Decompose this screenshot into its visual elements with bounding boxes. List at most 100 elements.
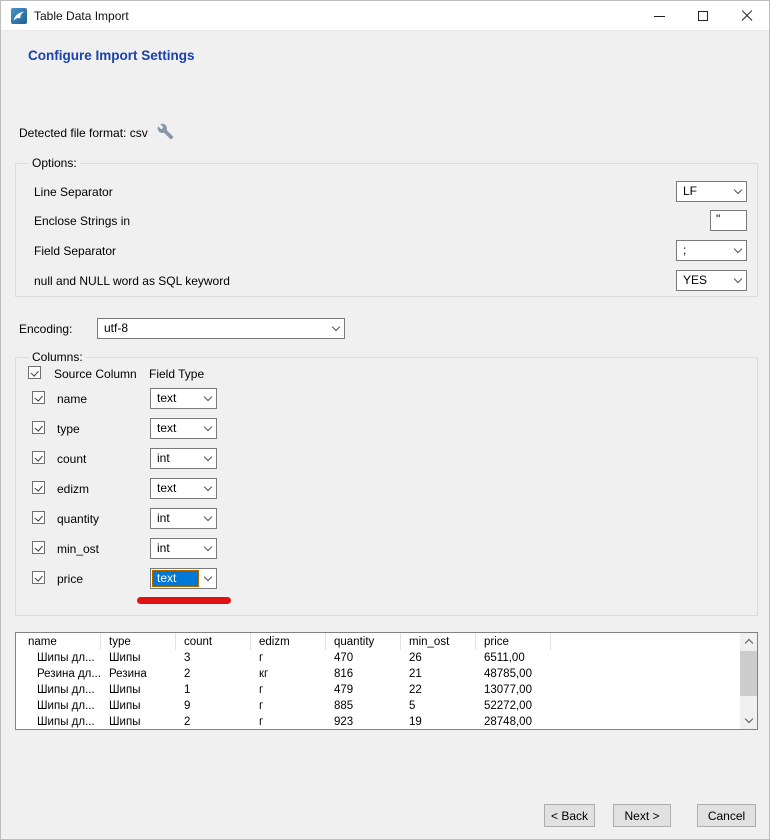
chevron-down-icon	[729, 241, 746, 260]
cell: 816	[326, 666, 401, 682]
minimize-button[interactable]	[637, 1, 681, 31]
field-type-value: text	[152, 480, 199, 497]
field-type-select-edizm[interactable]: text	[150, 478, 217, 499]
preview-table: name type count edizm quantity min_ost p…	[15, 632, 758, 730]
column-checkbox-edizm[interactable]	[32, 481, 45, 494]
encoding-value: utf-8	[99, 320, 327, 337]
column-name-label: quantity	[57, 512, 99, 526]
chevron-down-icon	[199, 539, 216, 558]
line-separator-select[interactable]: LF	[676, 181, 747, 202]
line-separator-value: LF	[678, 183, 729, 200]
cell: г	[251, 698, 326, 714]
cell: Шипы	[101, 714, 176, 729]
cell: Шипы	[101, 698, 176, 714]
chevron-down-icon	[729, 182, 746, 201]
field-type-select-min-ost[interactable]: int	[150, 538, 217, 559]
cell: 5	[401, 698, 476, 714]
chevron-down-icon	[199, 389, 216, 408]
cell: Шипы дл...	[16, 682, 101, 698]
chevron-down-icon	[729, 271, 746, 290]
field-type-select-name[interactable]: text	[150, 388, 217, 409]
cell: 3	[176, 650, 251, 666]
column-header: min_ost	[401, 633, 476, 650]
close-button[interactable]	[725, 1, 769, 31]
field-type-select-type[interactable]: text	[150, 418, 217, 439]
select-all-columns-checkbox[interactable]	[28, 366, 41, 379]
field-type-select-quantity[interactable]: int	[150, 508, 217, 529]
column-name-label: count	[57, 452, 86, 466]
back-button-label: < Back	[551, 809, 588, 823]
null-keyword-label: null and NULL word as SQL keyword	[34, 274, 230, 288]
chevron-down-icon	[744, 715, 752, 723]
columns-group-label: Columns:	[29, 350, 86, 364]
chevron-down-icon	[327, 319, 344, 338]
chevron-down-icon	[199, 509, 216, 528]
page-title: Configure Import Settings	[28, 48, 195, 63]
cell: 22	[401, 682, 476, 698]
column-name-label: type	[57, 422, 80, 436]
field-type-value: int	[152, 540, 199, 557]
back-button[interactable]: < Back	[544, 804, 595, 827]
cell: кг	[251, 666, 326, 682]
source-column-header: Source Column	[54, 367, 137, 381]
cell: Шипы дл...	[16, 650, 101, 666]
maximize-icon	[698, 11, 708, 21]
table-row: Шипы дл... Шипы 9 г 885 5 52272,00	[16, 698, 740, 714]
scroll-down-button[interactable]	[740, 712, 757, 729]
field-type-select-count[interactable]: int	[150, 448, 217, 469]
enclose-strings-value: "	[716, 212, 720, 226]
scroll-up-button[interactable]	[740, 633, 757, 650]
close-icon	[741, 10, 753, 22]
cell: 479	[326, 682, 401, 698]
table-row: Шипы дл... Шипы 3 г 470 26 6511,00	[16, 650, 740, 666]
options-group: Options: Line Separator Enclose Strings …	[15, 163, 758, 297]
cell: Резина	[101, 666, 176, 682]
field-type-value-selected: text	[152, 570, 199, 587]
chevron-up-icon	[744, 639, 752, 647]
null-keyword-select[interactable]: YES	[676, 270, 747, 291]
cell: 28748,00	[476, 714, 551, 729]
cell: 52272,00	[476, 698, 551, 714]
columns-group: Columns: Source Column Field Type name t…	[15, 357, 758, 616]
cell: 48785,00	[476, 666, 551, 682]
maximize-button[interactable]	[681, 1, 725, 31]
encoding-select[interactable]: utf-8	[97, 318, 345, 339]
field-separator-value: ;	[678, 242, 729, 259]
cancel-button-label: Cancel	[708, 809, 745, 823]
cell: 9	[176, 698, 251, 714]
enclose-strings-input[interactable]: "	[710, 210, 747, 231]
cancel-button[interactable]: Cancel	[697, 804, 756, 827]
vertical-scrollbar[interactable]	[740, 633, 757, 729]
table-data-import-dialog: Table Data Import Configure Import Setti…	[0, 0, 770, 840]
cell: 13077,00	[476, 682, 551, 698]
cell: Шипы	[101, 682, 176, 698]
table-row: Шипы дл... Шипы 1 г 479 22 13077,00	[16, 682, 740, 698]
table-row: Резина дл... Резина 2 кг 816 21 48785,00	[16, 666, 740, 682]
cell: 2	[176, 714, 251, 729]
column-header: name	[16, 633, 101, 650]
field-separator-select[interactable]: ;	[676, 240, 747, 261]
field-type-select-price[interactable]: text	[150, 568, 217, 589]
column-checkbox-name[interactable]	[32, 391, 45, 404]
table-row: Шипы дл... Шипы 2 г 923 19 28748,00	[16, 714, 740, 729]
cell: Шипы дл...	[16, 714, 101, 729]
column-checkbox-price[interactable]	[32, 571, 45, 584]
minimize-icon	[654, 16, 665, 17]
mysql-dolphin-icon	[11, 8, 27, 24]
cell: 470	[326, 650, 401, 666]
cell: 1	[176, 682, 251, 698]
column-checkbox-quantity[interactable]	[32, 511, 45, 524]
column-checkbox-type[interactable]	[32, 421, 45, 434]
chevron-down-icon	[199, 569, 216, 588]
field-separator-label: Field Separator	[34, 244, 116, 258]
enclose-strings-label: Enclose Strings in	[34, 214, 130, 228]
column-checkbox-min-ost[interactable]	[32, 541, 45, 554]
chevron-down-icon	[199, 479, 216, 498]
scrollbar-thumb[interactable]	[740, 651, 757, 696]
next-button[interactable]: Next >	[613, 804, 671, 827]
field-type-value: text	[152, 390, 199, 407]
cell: 21	[401, 666, 476, 682]
field-type-header: Field Type	[149, 367, 204, 381]
column-checkbox-count[interactable]	[32, 451, 45, 464]
cell: 2	[176, 666, 251, 682]
